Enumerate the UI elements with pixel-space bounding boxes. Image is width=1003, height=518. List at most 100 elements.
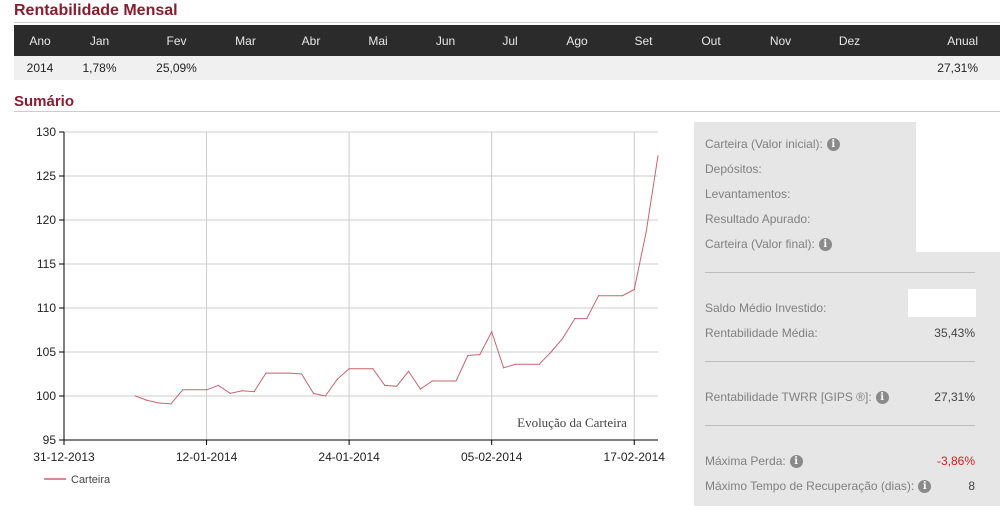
data-point-carteira (348, 368, 350, 370)
info-icon[interactable]: i (875, 391, 889, 405)
y-tick-label: 120 (36, 213, 56, 227)
monthly-data-row: 2014 1,78% 25,09% 27,31% (14, 56, 1000, 80)
summary-label-text: Carteira (Valor inicial): (705, 137, 823, 151)
cell-jul (486, 56, 534, 80)
summary-label-text: Máxima Perda: (705, 454, 786, 468)
summary-value-maxima-perda: -3,86% (936, 454, 975, 468)
data-point-carteira (170, 403, 172, 405)
cell-ago (534, 56, 620, 80)
y-tick-label: 105 (36, 345, 56, 359)
col-set: Set (620, 25, 667, 56)
data-point-carteira (396, 385, 398, 387)
series-points-carteira (134, 155, 659, 405)
data-point-carteira (562, 337, 564, 339)
data-point-carteira (336, 378, 338, 380)
col-jul: Jul (486, 25, 534, 56)
summary-divider (705, 272, 975, 273)
info-icon[interactable]: i (789, 455, 803, 469)
data-point-carteira (253, 391, 255, 393)
cell-fev: 25,09% (133, 56, 220, 80)
y-tick-label: 95 (43, 433, 57, 447)
data-point-carteira (407, 370, 410, 372)
summary-divider (705, 425, 975, 426)
data-point-carteira (301, 373, 303, 375)
series-line-carteira (135, 155, 659, 405)
data-point-carteira (503, 367, 505, 369)
saldo-medio-value-box (908, 289, 976, 317)
data-point-carteira (372, 368, 374, 370)
info-icon[interactable]: i (918, 480, 932, 494)
data-point-carteira (586, 318, 588, 320)
chart-horizontal-gridlines (64, 131, 658, 441)
x-tick-label: 05-02-2014 (461, 450, 523, 464)
info-icon[interactable]: i (826, 138, 840, 152)
info-icon[interactable]: i (818, 238, 832, 252)
summary-label-twrr: Rentabilidade TWRR [GIPS ®]: i (705, 388, 889, 406)
data-point-carteira (265, 372, 267, 374)
summary-label-max-recuperacao: Máximo Tempo de Recuperação (dias): i (705, 477, 932, 495)
summary-label-text: Rentabilidade TWRR [GIPS ®]: (705, 390, 872, 404)
data-point-carteira (467, 354, 469, 357)
chart-x-axis-ticks: 31-12-2013 12-01-2014 24-01-2014 05-02-2014… (33, 440, 665, 464)
monthly-returns-table: Ano Jan Fev Mar Abr Mai Jun Jul Ago Set … (14, 25, 1000, 80)
data-point-carteira (241, 390, 243, 392)
data-point-carteira (289, 372, 291, 374)
data-point-carteira (206, 389, 208, 391)
legend-label-carteira: Carteira (71, 474, 111, 486)
data-point-carteira (229, 392, 231, 394)
portfolio-chart: 95 100 105 110 115 120 125 130 31-12-2013 12-01-… (33, 125, 665, 486)
summary-divider (705, 361, 975, 362)
summary-label-valor-inicial: Carteira (Valor inicial): i (705, 135, 840, 153)
col-nov: Nov (755, 25, 806, 56)
data-point-carteira (645, 231, 647, 233)
monthly-header-row: Ano Jan Fev Mar Abr Mai Jun Jul Ago Set … (14, 25, 1000, 56)
chart-annotation: Evolução da Carteira (517, 415, 627, 430)
data-point-carteira (550, 351, 552, 353)
data-point-carteira (217, 384, 219, 386)
data-point-carteira (574, 318, 576, 320)
y-tick-label: 125 (36, 169, 56, 183)
cell-nov (755, 56, 806, 80)
summary-label-depositos: Depósitos: (705, 162, 762, 176)
col-dez: Dez (806, 25, 893, 56)
chart-vertical-gridlines (206, 132, 635, 440)
col-ano: Ano (14, 25, 66, 56)
data-point-carteira (491, 331, 493, 333)
data-point-carteira (431, 380, 433, 382)
cell-mar (220, 56, 271, 80)
y-tick-label: 100 (36, 389, 56, 403)
summary-title: Sumário (14, 93, 75, 110)
col-jan: Jan (66, 25, 133, 56)
data-point-carteira (384, 384, 386, 386)
cell-jun (405, 56, 486, 80)
data-point-carteira (598, 295, 600, 297)
data-point-carteira (419, 388, 421, 390)
summary-value-max-recuperacao: 8 (968, 479, 975, 493)
y-tick-label: 110 (37, 301, 56, 315)
col-mar: Mar (220, 25, 271, 56)
data-point-carteira (538, 363, 540, 365)
monthly-title-rule (14, 22, 1000, 23)
data-point-carteira (455, 380, 457, 382)
x-tick-label: 17-02-2014 (604, 450, 666, 464)
cell-mai (351, 56, 405, 80)
cell-dez (806, 56, 893, 80)
data-point-carteira (182, 389, 184, 391)
data-point-carteira (134, 395, 136, 397)
summary-label-resultado: Resultado Apurado: (705, 212, 811, 226)
summary-value-rent-media: 35,43% (934, 326, 975, 340)
monthly-title: Rentabilidade Mensal (14, 2, 178, 19)
summary-label-text: Máximo Tempo de Recuperação (dias): (705, 479, 915, 493)
data-point-carteira (479, 354, 481, 356)
cell-set (620, 56, 667, 80)
chart-y-axis-ticks: 95 100 105 110 115 120 125 130 (36, 125, 64, 447)
data-point-carteira (514, 363, 517, 365)
cell-jan: 1,78% (66, 56, 133, 80)
col-mai: Mai (351, 25, 405, 56)
data-point-carteira (633, 288, 635, 291)
col-jun: Jun (405, 25, 486, 56)
cell-ano: 2014 (14, 56, 66, 80)
summary-label-valor-final: Carteira (Valor final): i (705, 235, 832, 253)
summary-label-maxima-perda: Máxima Perda: i (705, 452, 803, 470)
col-fev: Fev (133, 25, 220, 56)
